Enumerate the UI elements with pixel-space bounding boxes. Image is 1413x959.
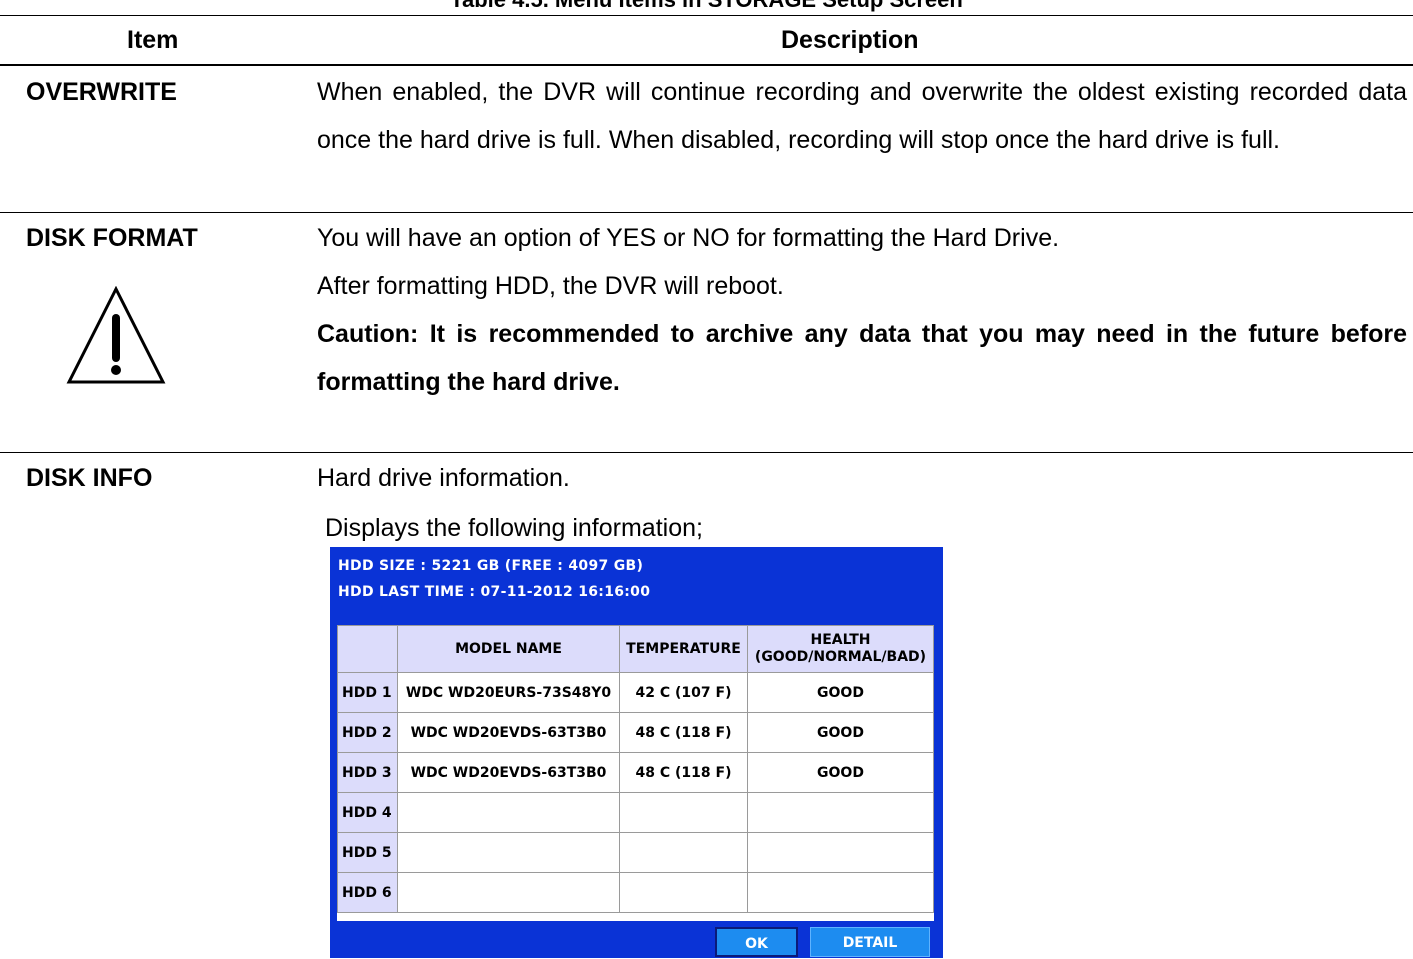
ok-button[interactable]: OK (715, 927, 798, 957)
disk-format-description: You will have an option of YES or NO for… (317, 214, 1407, 406)
disk-info-dialog: HDD SIZE : 5221 GB (FREE : 4097 GB) HDD … (330, 547, 943, 958)
table-top-rule (0, 15, 1413, 16)
table-row[interactable]: HDD 1 WDC WD20EURS-73S48Y0 42 C (107 F) … (337, 672, 934, 713)
disk-format-line2: After formatting HDD, the DVR will reboo… (317, 272, 784, 300)
header-rule (0, 64, 1413, 66)
header-temperature: TEMPERATURE (619, 625, 748, 673)
disk-format-line1: You will have an option of YES or NO for… (317, 224, 1060, 252)
column-header-item: Item (127, 26, 179, 54)
table-row[interactable]: HDD 2 WDC WD20EVDS-63T3B0 48 C (118 F) G… (337, 712, 934, 753)
hdd-table-header: MODEL NAME TEMPERATURE HEALTH (GOOD/NORM… (337, 625, 934, 673)
hdd-size-text: HDD SIZE : 5221 GB (FREE : 4097 GB) (338, 558, 644, 574)
column-header-description: Description (781, 26, 919, 54)
hdd-health (747, 832, 934, 873)
item-disk-format: DISK FORMAT (26, 224, 198, 252)
disk-info-line2: Displays the following information; (325, 514, 703, 542)
hdd-label: HDD 4 (337, 792, 398, 833)
header-health-line1: HEALTH (810, 632, 871, 648)
hdd-temperature: 48 C (118 F) (619, 712, 748, 753)
row-divider (0, 452, 1413, 453)
hdd-model (397, 792, 620, 833)
hdd-model: WDC WD20EVDS-63T3B0 (397, 752, 620, 793)
hdd-model (397, 872, 620, 913)
row-divider (0, 212, 1413, 213)
overwrite-description: When enabled, the DVR will continue reco… (317, 68, 1407, 164)
table-row[interactable]: HDD 5 (337, 832, 934, 873)
hdd-temperature (619, 872, 748, 913)
hdd-health: GOOD (747, 672, 934, 713)
table-row[interactable]: HDD 3 WDC WD20EVDS-63T3B0 48 C (118 F) G… (337, 752, 934, 793)
hdd-temperature: 48 C (118 F) (619, 752, 748, 793)
hdd-last-time-text: HDD LAST TIME : 07-11-2012 16:16:00 (338, 584, 651, 600)
hdd-label: HDD 3 (337, 752, 398, 793)
header-model-name: MODEL NAME (397, 625, 620, 673)
header-health: HEALTH (GOOD/NORMAL/BAD) (747, 625, 934, 673)
hdd-health (747, 792, 934, 833)
hdd-label: HDD 1 (337, 672, 398, 713)
hdd-table: MODEL NAME TEMPERATURE HEALTH (GOOD/NORM… (337, 625, 934, 913)
hdd-health: GOOD (747, 712, 934, 753)
disk-info-line1: Hard drive information. (317, 464, 570, 492)
table-row[interactable]: HDD 6 (337, 872, 934, 913)
hdd-label: HDD 6 (337, 872, 398, 913)
hdd-temperature: 42 C (107 F) (619, 672, 748, 713)
hdd-label: HDD 5 (337, 832, 398, 873)
disk-info-description: Hard drive information. (317, 454, 1407, 502)
table-caption: Table 4.5. Menu Items in STORAGE Setup S… (0, 0, 1413, 11)
item-disk-info: DISK INFO (26, 464, 153, 492)
hdd-temperature (619, 792, 748, 833)
overwrite-text: When enabled, the DVR will continue reco… (317, 78, 1407, 154)
header-health-line2: (GOOD/NORMAL/BAD) (754, 649, 927, 665)
hdd-health (747, 872, 934, 913)
hdd-model: WDC WD20EVDS-63T3B0 (397, 712, 620, 753)
warning-icon (66, 286, 166, 384)
hdd-label: HDD 2 (337, 712, 398, 753)
hdd-temperature (619, 832, 748, 873)
detail-button[interactable]: DETAIL (810, 927, 930, 957)
item-overwrite: OVERWRITE (26, 78, 177, 106)
disk-format-caution: Caution: It is recommended to archive an… (317, 320, 1407, 396)
hdd-model (397, 832, 620, 873)
hdd-table-panel: MODEL NAME TEMPERATURE HEALTH (GOOD/NORM… (337, 625, 934, 921)
hdd-model: WDC WD20EURS-73S48Y0 (397, 672, 620, 713)
table-row[interactable]: HDD 4 (337, 792, 934, 833)
hdd-health: GOOD (747, 752, 934, 793)
hdd-header-blank (337, 625, 398, 673)
